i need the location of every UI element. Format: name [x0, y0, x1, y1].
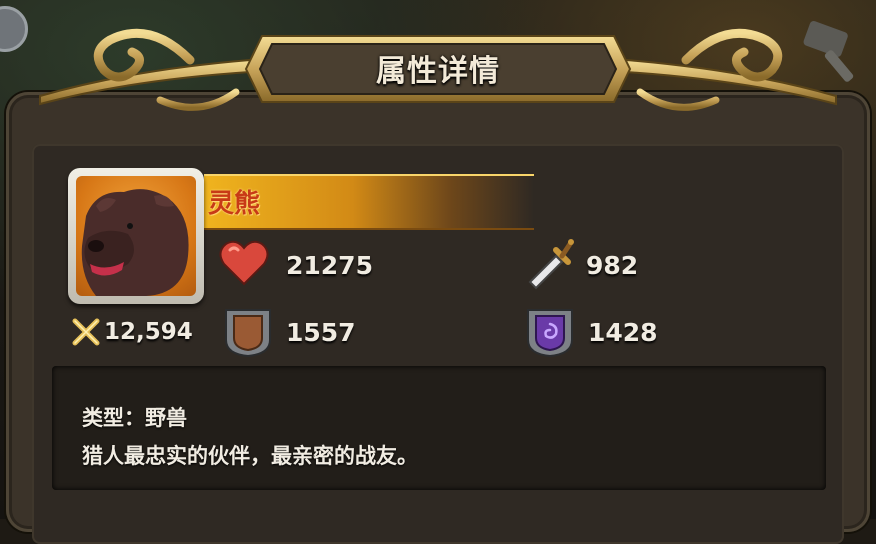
- unit-flavor-text: 猎人最忠实的伙伴，最亲密的战友。: [82, 444, 418, 468]
- shield-icon: [225, 309, 271, 358]
- unit-name: 灵熊: [208, 189, 261, 219]
- health-value: 21275: [286, 251, 373, 280]
- power-crossed-swords-icon: [72, 318, 100, 346]
- attack-value: 982: [586, 251, 639, 280]
- physical-defense-value: 1557: [286, 318, 356, 347]
- bear-portrait-icon: [76, 176, 196, 296]
- heart-icon: [219, 240, 269, 286]
- unit-type-line: 类型：野兽: [82, 406, 187, 430]
- page-title: 属性详情: [376, 54, 500, 89]
- magic-shield-icon: [527, 309, 573, 358]
- unit-portrait-frame[interactable]: [68, 168, 204, 304]
- sword-icon: [528, 239, 574, 290]
- magic-defense-value: 1428: [588, 318, 658, 347]
- unit-power: 12,594: [104, 319, 193, 345]
